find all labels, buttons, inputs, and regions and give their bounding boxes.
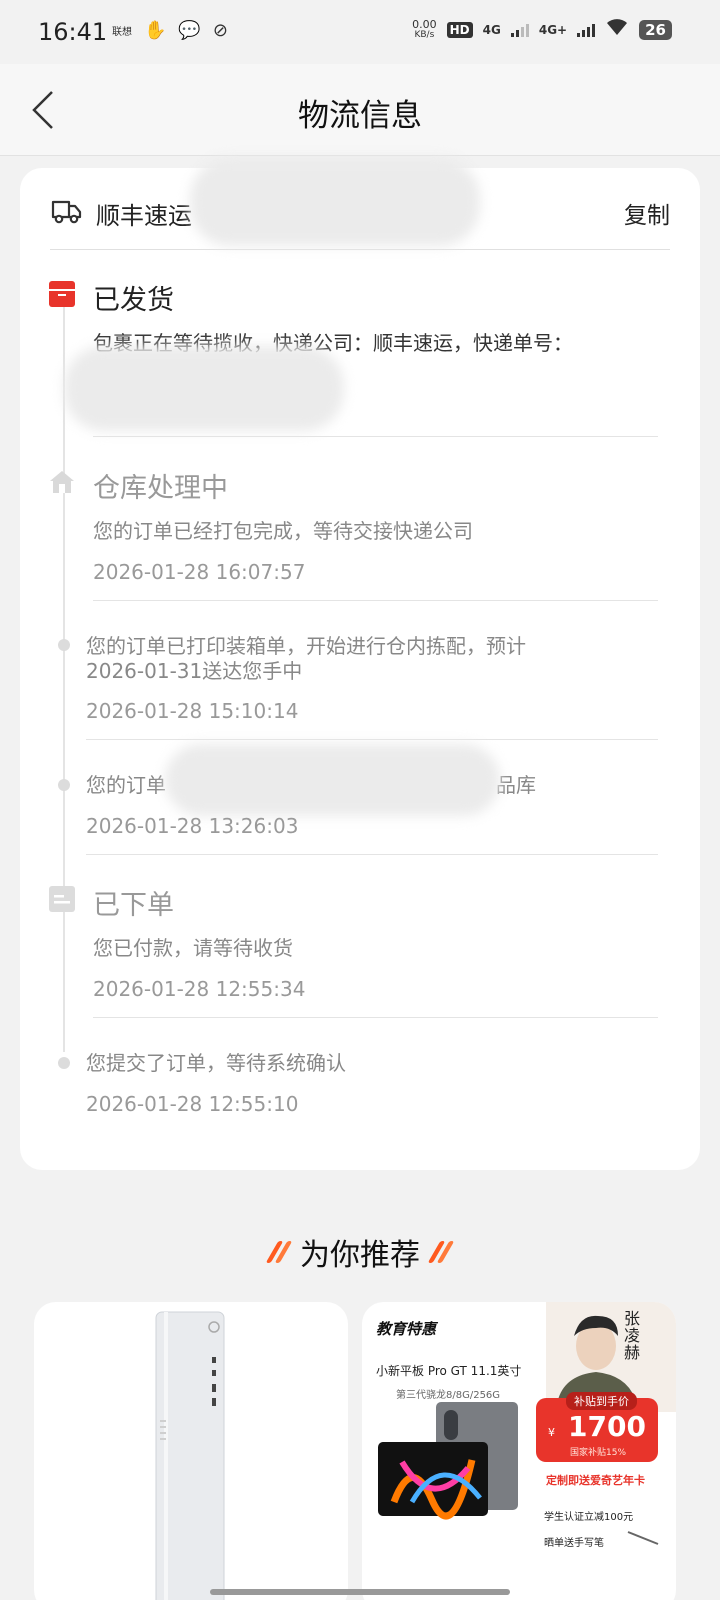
signal-icon [510, 23, 529, 37]
timeline-text-warehouse: 您的订单已经打包完成，等待交接快递公司 [93, 519, 473, 543]
decor-slash-icon [265, 1241, 293, 1263]
subsidy-note: 国家补贴15% [570, 1448, 627, 1458]
timeline-divider [86, 854, 658, 855]
redacted-tracking-detail [64, 346, 344, 431]
sync-icon: ⊘ [212, 20, 228, 41]
order-icon [49, 886, 75, 912]
timeline-text-picking-end: 品库 [496, 773, 536, 797]
truck-icon [51, 200, 82, 224]
battery-icon: 26 [639, 19, 672, 40]
network-4g-plus: 4G+ [538, 22, 568, 37]
wifi-icon [605, 18, 629, 41]
timeline-divider [93, 436, 658, 437]
recommend-title: 为你推荐 [300, 1238, 420, 1273]
product-price: 1700 [568, 1410, 646, 1443]
timeline-time-ordered: 2026-01-28 12:55:34 [93, 977, 306, 1001]
warehouse-icon [50, 471, 74, 493]
subsidy-label: 补贴到手价 [566, 1392, 637, 1410]
redacted-timeline-text [165, 744, 500, 816]
bonus-text: 晒单送手写笔 [544, 1538, 604, 1549]
timeline-dot [58, 779, 70, 791]
signal-icon-2 [577, 23, 596, 37]
timeline-text-ordered: 您已付款，请等待收货 [93, 936, 293, 960]
tablet-image [378, 1402, 518, 1520]
status-bar: 16:41 联想 ✋ 💬 ⊘ 0.00 KB/s HD 4G 4G+ 26 [0, 0, 720, 64]
desktop-pc-image [155, 1311, 225, 1600]
network-4g: 4G [482, 22, 501, 37]
wechat-icon: 💬 [178, 20, 201, 41]
timeline-divider [86, 739, 658, 740]
spokesperson-name: 张凌赫 [624, 1309, 641, 1362]
timeline-line [63, 300, 65, 1052]
stylus-icon [627, 1531, 659, 1545]
timeline-title-warehouse: 仓库处理中 [93, 473, 228, 504]
gift-text: 定制即送爱奇艺年卡 [546, 1474, 645, 1487]
timeline-title-shipped: 已发货 [93, 285, 174, 316]
page-title: 物流信息 [298, 98, 422, 134]
network-speed: 0.00 KB/s [412, 17, 437, 40]
status-notification-icons: 联想 ✋ 💬 ⊘ [112, 20, 228, 41]
home-indicator[interactable] [210, 1589, 510, 1595]
notification-badge: 联想 [112, 27, 132, 38]
status-time: 16:41 [38, 18, 108, 46]
carrier-name: 顺丰速运 [96, 202, 192, 230]
timeline-title-ordered: 已下单 [93, 890, 174, 921]
package-icon [49, 281, 75, 307]
timeline-time-picking: 2026-01-28 13:26:03 [86, 814, 299, 838]
recommend-header: 为你推荐 [0, 1230, 720, 1274]
timeline-divider [93, 1017, 658, 1018]
timeline-text-submitted: 您提交了订单，等待系统确认 [86, 1051, 346, 1075]
product-card-desktop[interactable] [34, 1302, 348, 1600]
redacted-tracking-number [190, 158, 480, 246]
copy-button[interactable]: 复制 [624, 196, 670, 230]
timeline-time-packing: 2026-01-28 15:10:14 [86, 699, 299, 723]
product-card-tablet[interactable]: 教育特惠 小新平板 Pro GT 11.1英寸 第三代骁龙8/8G/256G 张… [362, 1302, 676, 1600]
decor-slash-icon [427, 1241, 455, 1263]
logistics-card: 顺丰速运 复制 已发货 包裹正在等待揽收，快递公司：顺丰速运，快递单号： 仓库处… [20, 158, 700, 1170]
timeline-text-packing: 您的订单已打印装箱单，开始进行仓内拣配，预计2026-01-31送达您手中 [86, 634, 526, 683]
hand-icon: ✋ [144, 20, 167, 41]
currency-symbol: ¥ [548, 1426, 555, 1439]
timeline-text-picking-start: 您的订单 [86, 773, 166, 797]
timeline-divider [93, 600, 658, 601]
product-spec: 第三代骁龙8/8G/256G [396, 1390, 501, 1401]
student-text: 学生认证立减100元 [544, 1512, 634, 1523]
timeline-time-warehouse: 2026-01-28 16:07:57 [93, 560, 306, 584]
timeline-dot [58, 639, 70, 651]
status-system-icons: 0.00 KB/s HD 4G 4G+ 26 [412, 18, 672, 41]
promo-tag: 教育特惠 [376, 1320, 437, 1338]
timeline-dot [58, 1057, 70, 1069]
app-header: 物流信息 [0, 64, 720, 156]
hd-icon: HD [446, 21, 473, 38]
timeline-time-submitted: 2026-01-28 12:55:10 [86, 1092, 299, 1116]
